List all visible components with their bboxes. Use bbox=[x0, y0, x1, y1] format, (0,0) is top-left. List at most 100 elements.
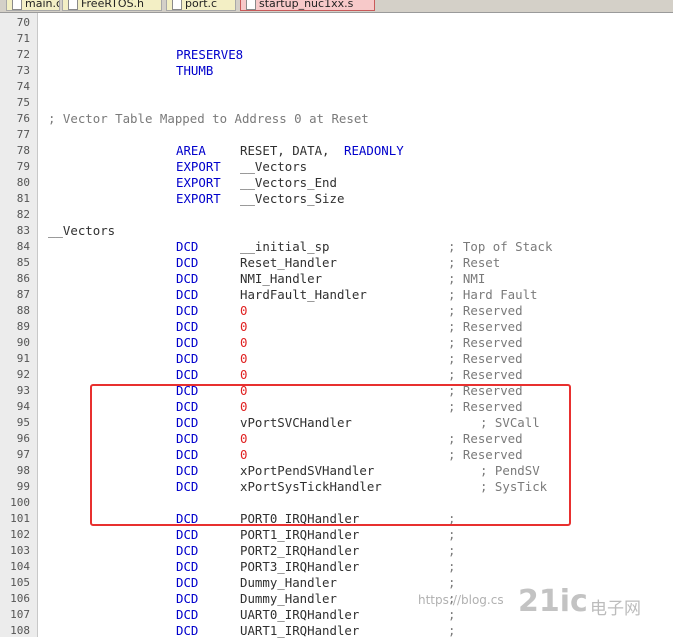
watermark-url: https://blog.cs bbox=[418, 593, 504, 607]
tab-0[interactable]: main.c bbox=[6, 0, 60, 11]
line-number: 74 bbox=[16, 80, 30, 93]
line-number: 104 bbox=[10, 560, 30, 573]
code-line: 104 DCD PORT3_IRQHandler; bbox=[0, 559, 673, 575]
code-line: 87 DCD HardFault_Handler ; Hard Fault bbox=[0, 287, 673, 303]
code-operand: Dummy_Handler bbox=[240, 591, 337, 606]
code-line: 102 DCD PORT1_IRQHandler; bbox=[0, 527, 673, 543]
code-directive: DCD bbox=[176, 319, 199, 334]
line-number: 91 bbox=[16, 352, 30, 365]
code-comment: ; bbox=[448, 559, 456, 574]
code-operand-keyword: READONLY bbox=[344, 143, 404, 158]
code-operand: 0 bbox=[240, 319, 248, 334]
code-comment: ; Reserved bbox=[448, 351, 523, 366]
code-editor[interactable]: 70 71 72 PRESERVE8 73 THUMB 74 75 76 ; Vector Tab… bbox=[0, 13, 673, 638]
tab-label: port.c bbox=[185, 0, 218, 10]
code-line: 89 DCD 0 ; Reserved bbox=[0, 319, 673, 335]
code-line: 83 __Vectors bbox=[0, 223, 673, 239]
code-directive: DCD bbox=[176, 303, 199, 318]
code-line: 71 bbox=[0, 31, 673, 47]
code-line: 78 AREA RESET, DATA, READONLY bbox=[0, 143, 673, 159]
line-number: 87 bbox=[16, 288, 30, 301]
code-operand: HardFault_Handler bbox=[240, 287, 367, 302]
line-number: 95 bbox=[16, 416, 30, 429]
line-number: 70 bbox=[16, 16, 30, 29]
code-directive: DCD bbox=[176, 239, 199, 254]
code-operand: 0 bbox=[240, 351, 248, 366]
tab-1[interactable]: FreeRTOS.h bbox=[62, 0, 162, 11]
code-operand: PORT3_IRQHandler bbox=[240, 559, 360, 574]
code-directive: DCD bbox=[176, 271, 199, 286]
code-directive: DCD bbox=[176, 255, 199, 270]
code-line: 88 DCD 0 ; Reserved bbox=[0, 303, 673, 319]
code-comment: ; Reserved bbox=[448, 335, 523, 350]
line-number: 78 bbox=[16, 144, 30, 157]
line-number: 82 bbox=[16, 208, 30, 221]
line-number: 97 bbox=[16, 448, 30, 461]
line-number: 98 bbox=[16, 464, 30, 477]
code-line: 85 DCD Reset_Handler ; Reset bbox=[0, 255, 673, 271]
tab-label: main.c bbox=[25, 0, 60, 10]
line-number: 92 bbox=[16, 368, 30, 381]
code-line: 79 EXPORT __Vectors bbox=[0, 159, 673, 175]
file-icon bbox=[246, 0, 256, 10]
line-number: 106 bbox=[10, 592, 30, 605]
code-line: 81 EXPORT __Vectors_Size bbox=[0, 191, 673, 207]
line-number: 107 bbox=[10, 608, 30, 621]
line-number: 99 bbox=[16, 480, 30, 493]
code-line: 73 THUMB bbox=[0, 63, 673, 79]
code-operand: __Vectors_Size bbox=[240, 191, 345, 206]
code-directive: DCD bbox=[176, 543, 199, 558]
line-number: 71 bbox=[16, 32, 30, 45]
code-operand: PORT2_IRQHandler bbox=[240, 543, 360, 558]
line-number: 76 bbox=[16, 112, 30, 125]
code-operand: 0 bbox=[240, 367, 248, 382]
line-number: 96 bbox=[16, 432, 30, 445]
line-number: 89 bbox=[16, 320, 30, 333]
line-number: 77 bbox=[16, 128, 30, 141]
code-directive: DCD bbox=[176, 335, 199, 350]
tab-label: startup_nuc1xx.s bbox=[259, 0, 354, 10]
code-directive: EXPORT bbox=[176, 159, 221, 174]
code-operand: Reset_Handler bbox=[240, 255, 337, 270]
code-operand: UART0_IRQHandler bbox=[240, 607, 360, 622]
line-number: 88 bbox=[16, 304, 30, 317]
tab-label: FreeRTOS.h bbox=[81, 0, 145, 10]
code-line: 70 bbox=[0, 15, 673, 31]
code-line: 86 DCD NMI_Handler ; NMI bbox=[0, 271, 673, 287]
code-directive: EXPORT bbox=[176, 175, 221, 190]
code-directive: DCD bbox=[176, 527, 199, 542]
code-operand: PORT1_IRQHandler bbox=[240, 527, 360, 542]
code-directive: PRESERVE8 bbox=[176, 47, 244, 62]
line-number: 84 bbox=[16, 240, 30, 253]
line-number: 86 bbox=[16, 272, 30, 285]
tab-2[interactable]: port.c bbox=[166, 0, 236, 11]
code-directive: DCD bbox=[176, 287, 199, 302]
file-icon bbox=[12, 0, 22, 10]
code-comment: ; Hard Fault bbox=[448, 287, 538, 302]
line-number: 105 bbox=[10, 576, 30, 589]
file-icon bbox=[172, 0, 182, 10]
code-comment: ; Top of Stack bbox=[448, 239, 553, 254]
code-operand: 0 bbox=[240, 335, 248, 350]
code-comment: ; Reset bbox=[448, 255, 501, 270]
code-directive: DCD bbox=[176, 367, 199, 382]
line-number: 83 bbox=[16, 224, 30, 237]
tab-3[interactable]: startup_nuc1xx.s bbox=[240, 0, 375, 11]
code-line: 92 DCD 0 ; Reserved bbox=[0, 367, 673, 383]
code-directive: DCD bbox=[176, 591, 199, 606]
code-line: 74 bbox=[0, 79, 673, 95]
code-line: 82 bbox=[0, 207, 673, 223]
code-comment: ; bbox=[448, 527, 456, 542]
code-directive: AREA bbox=[176, 143, 206, 158]
code-directive: EXPORT bbox=[176, 191, 221, 206]
line-number: 85 bbox=[16, 256, 30, 269]
line-number: 94 bbox=[16, 400, 30, 413]
code-operand: Dummy_Handler bbox=[240, 575, 337, 590]
line-number: 72 bbox=[16, 48, 30, 61]
file-icon bbox=[68, 0, 78, 10]
code-operand: __Vectors bbox=[240, 159, 308, 174]
code-line: 103 DCD PORT2_IRQHandler; bbox=[0, 543, 673, 559]
line-number: 80 bbox=[16, 176, 30, 189]
code-directive: DCD bbox=[176, 575, 199, 590]
line-number: 93 bbox=[16, 384, 30, 397]
